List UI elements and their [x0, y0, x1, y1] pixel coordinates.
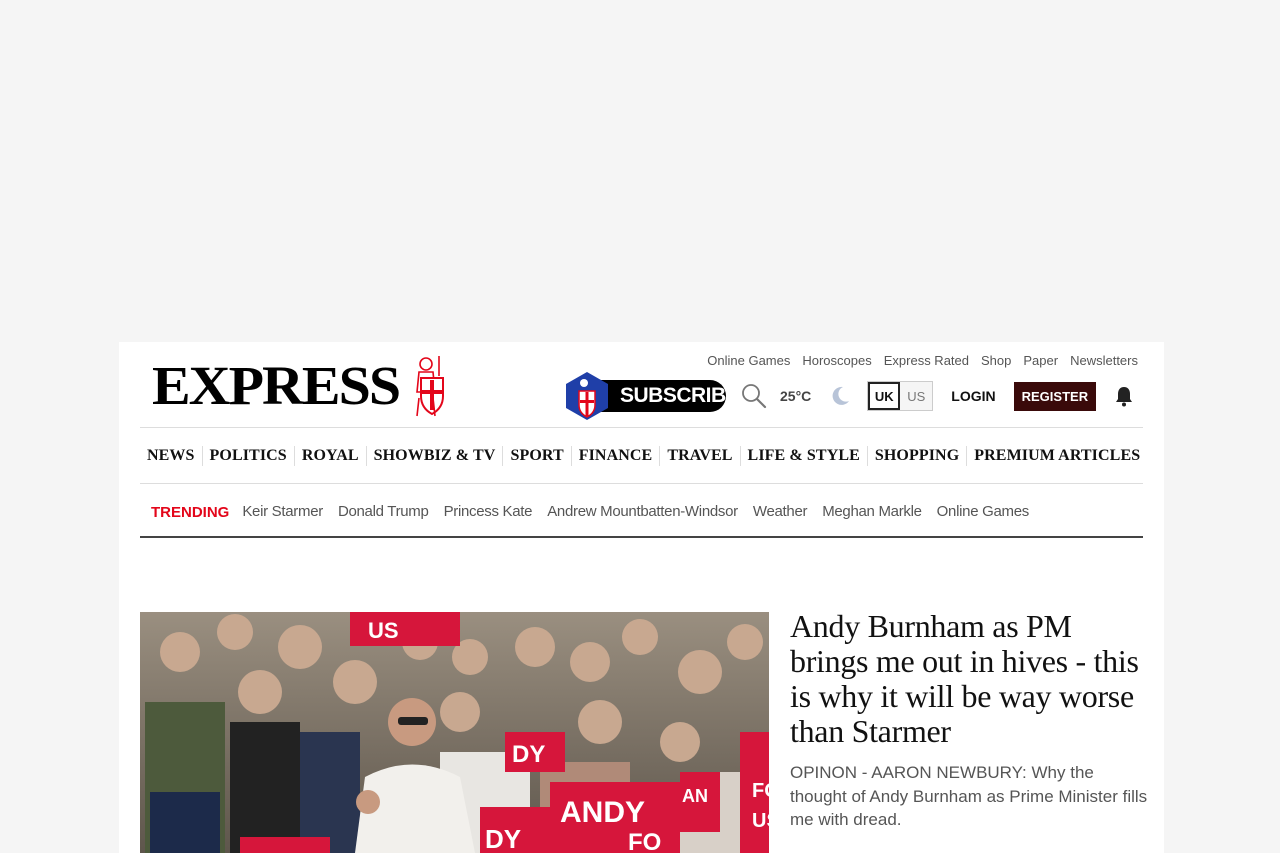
lead-photo-illustration: US ANDY FOR US DY DY AN FO	[140, 612, 769, 853]
placard-text: FO	[628, 829, 661, 853]
nav-showbiz-tv[interactable]: SHOWBIZ & TV	[365, 446, 503, 466]
nav-royal[interactable]: ROYAL	[293, 446, 366, 466]
search-icon[interactable]	[740, 382, 768, 410]
weather-temperature[interactable]: 25°C	[780, 388, 811, 404]
placard-text: ANDY	[560, 796, 645, 829]
bell-icon[interactable]	[1114, 385, 1134, 407]
edition-switcher: UK US	[867, 381, 934, 411]
nav-shopping[interactable]: SHOPPING	[866, 446, 966, 466]
logo-wordmark: EXPRESS	[152, 354, 401, 417]
trending-link[interactable]: Andrew Mountbatten-Windsor	[547, 503, 738, 520]
edition-us-button[interactable]: US	[900, 382, 933, 410]
nav-news[interactable]: NEWS	[140, 446, 202, 466]
register-button[interactable]: REGISTER	[1013, 381, 1097, 411]
nav-life-style[interactable]: LIFE & STYLE	[739, 446, 867, 466]
divider	[140, 427, 1143, 428]
nav-politics[interactable]: POLITICS	[201, 446, 294, 466]
utility-link-horoscopes[interactable]: Horoscopes	[802, 353, 871, 368]
header-actions: SUBSCRIBE 25°C UK US LOGIN REGISTER	[562, 370, 1134, 422]
moon-icon[interactable]	[829, 385, 851, 407]
placard-text: DY	[485, 824, 521, 853]
utility-link-shop[interactable]: Shop	[981, 353, 1011, 368]
placard-text: US	[752, 810, 769, 832]
crusader-crest-icon	[416, 356, 445, 417]
lead-story: Andy Burnham as PM brings me out in hive…	[790, 609, 1150, 832]
lead-story-image[interactable]: US ANDY FOR US DY DY AN FO	[140, 612, 769, 853]
utility-link-express-rated[interactable]: Express Rated	[884, 353, 969, 368]
utility-links: Online Games Horoscopes Express Rated Sh…	[707, 353, 1138, 368]
placard-text: FOR	[752, 780, 769, 802]
utility-link-paper[interactable]: Paper	[1023, 353, 1058, 368]
lead-story-headline[interactable]: Andy Burnham as PM brings me out in hive…	[790, 609, 1150, 749]
trending-link[interactable]: Keir Starmer	[242, 503, 323, 520]
trending-link[interactable]: Donald Trump	[338, 503, 429, 520]
trending-link[interactable]: Meghan Markle	[822, 503, 922, 520]
placard-text: AN	[682, 786, 708, 806]
nav-sport[interactable]: SPORT	[502, 446, 570, 466]
divider	[140, 536, 1143, 538]
express-logo[interactable]: EXPRESS	[152, 354, 453, 418]
utility-link-online-games[interactable]: Online Games	[707, 353, 790, 368]
nav-premium-articles[interactable]: PREMIUM ARTICLES	[966, 446, 1147, 466]
login-link[interactable]: LOGIN	[951, 388, 995, 404]
trending-label: TRENDING	[151, 504, 230, 521]
edition-uk-button[interactable]: UK	[868, 382, 901, 410]
divider	[140, 483, 1143, 484]
nav-finance[interactable]: FINANCE	[570, 446, 660, 466]
trending-link[interactable]: Princess Kate	[444, 503, 533, 520]
subscribe-label: SUBSCRIBE	[620, 384, 740, 407]
trending-bar: TRENDING Keir Starmer Donald Trump Princ…	[151, 501, 1044, 522]
main-nav: NEWS POLITICS ROYAL SHOWBIZ & TV SPORT F…	[140, 446, 1147, 466]
placard-text: DY	[512, 741, 545, 768]
lead-story-standfirst[interactable]: OPINON - AARON NEWBURY: Why the thought …	[790, 761, 1150, 832]
page-container: EXPRESS Online Games Horoscopes Express …	[119, 342, 1164, 853]
utility-link-newsletters[interactable]: Newsletters	[1070, 353, 1138, 368]
trending-link[interactable]: Online Games	[937, 503, 1030, 520]
trending-link[interactable]: Weather	[753, 503, 808, 520]
subscribe-button[interactable]: SUBSCRIBE	[562, 371, 740, 421]
subscribe-badge-icon	[566, 372, 608, 420]
placard-text: US	[368, 618, 399, 643]
advertisement-space	[0, 0, 1280, 342]
nav-travel[interactable]: TRAVEL	[659, 446, 739, 466]
